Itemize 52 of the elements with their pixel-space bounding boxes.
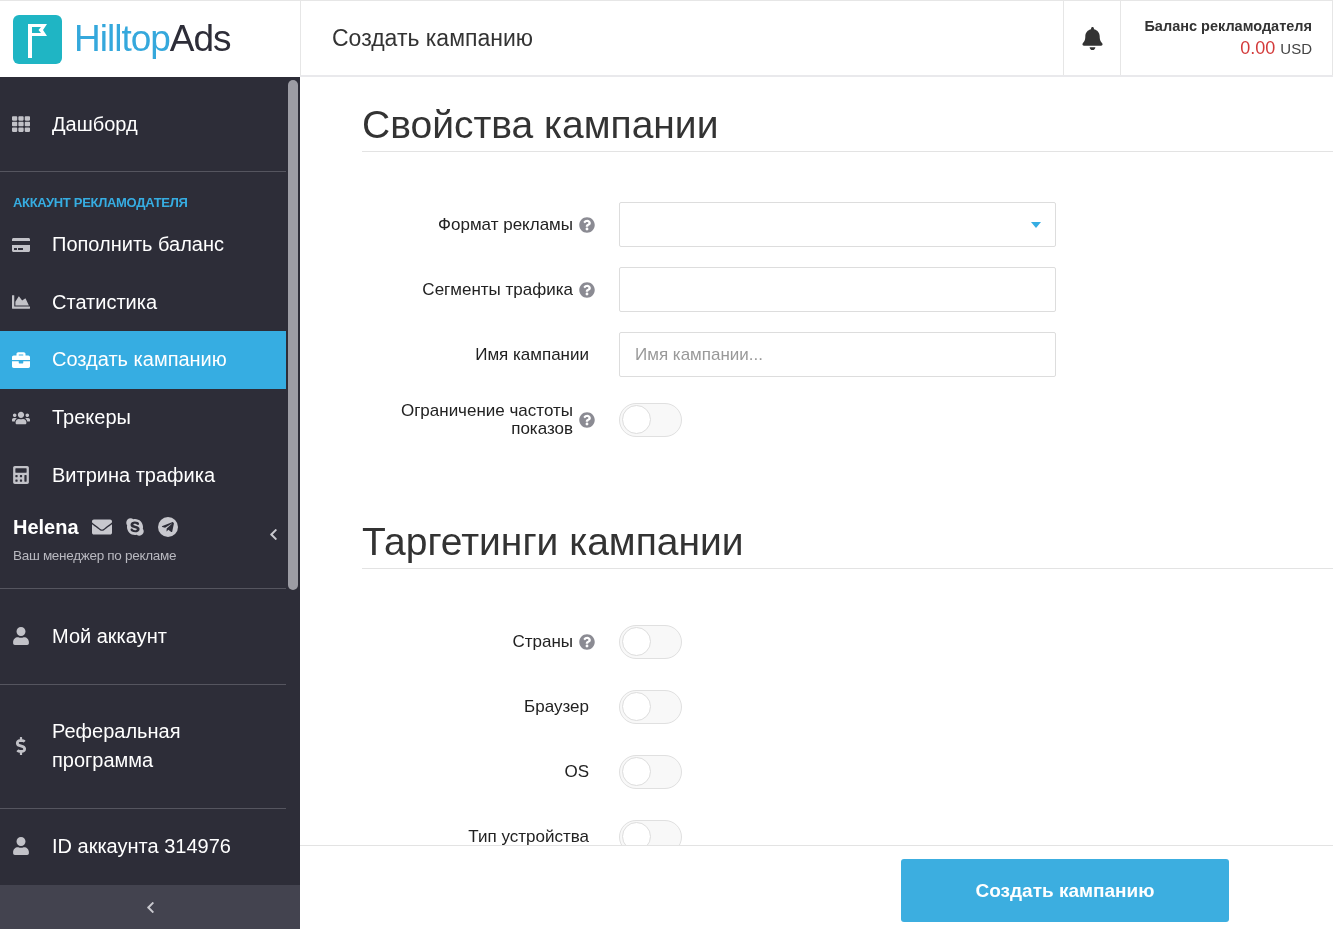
manager-subtitle: Ваш менеджер по рекламе <box>13 547 178 563</box>
balance-currency: USD <box>1280 39 1312 57</box>
field-label: Имя кампании <box>475 345 589 364</box>
field-label: OS <box>564 762 589 781</box>
sidebar-item[interactable]: Трекеры <box>0 388 286 447</box>
scrollbar[interactable] <box>288 80 298 590</box>
logo-text: HilltopAds <box>74 18 231 60</box>
sidebar-item[interactable]: ID аккаунта 314976 <box>0 808 286 884</box>
sidebar-item[interactable]: Витрина трафика <box>0 446 286 504</box>
briefcase-icon <box>12 351 30 369</box>
mail-icon[interactable] <box>91 517 112 538</box>
section-title: Свойства кампании <box>362 103 1333 152</box>
flag-logo-icon <box>13 14 62 64</box>
field-label: Тип устройства <box>468 827 589 845</box>
toggle-switch[interactable] <box>619 819 682 845</box>
sidebar-item[interactable]: Мой аккаунт <box>0 588 286 685</box>
telegram-icon[interactable] <box>157 517 178 538</box>
section-heading: АККАУНТ РЕКЛАМОДАТЕЛЯ <box>12 194 189 212</box>
field-label: Ограничение частоты показов <box>399 401 573 438</box>
sidebar-item[interactable]: Статистика <box>0 273 286 332</box>
help-icon[interactable] <box>579 633 595 650</box>
help-icon[interactable] <box>579 411 595 428</box>
sidebar-item[interactable]: Дашборд <box>0 77 286 172</box>
input-field[interactable]: Имя кампании... <box>619 332 1056 377</box>
toggle-switch[interactable] <box>619 402 682 437</box>
field-label: Страны <box>512 632 573 651</box>
field-label: Браузер <box>524 697 589 716</box>
manager-name: Helena <box>13 515 79 539</box>
calculator-icon <box>12 466 30 485</box>
chevron-left-icon[interactable] <box>267 527 280 541</box>
sidebar-item[interactable]: Реферальная программа <box>0 684 286 809</box>
help-icon[interactable] <box>579 281 595 298</box>
page-title: Создать кампанию <box>332 24 533 52</box>
bell-icon[interactable] <box>1080 26 1104 50</box>
balance-amount: 0.00 <box>1240 37 1276 59</box>
toggle-switch[interactable] <box>619 689 682 724</box>
field-label: Формат рекламы <box>438 215 573 234</box>
sidebar-item[interactable]: Пополнить баланс <box>0 216 286 274</box>
area-chart-icon <box>12 293 30 312</box>
help-icon[interactable] <box>579 216 595 233</box>
input-field[interactable] <box>619 267 1056 312</box>
toggle-switch[interactable] <box>619 754 682 789</box>
user-icon <box>12 837 30 856</box>
toggle-switch[interactable] <box>619 624 682 659</box>
field-label: Сегменты трафика <box>422 280 573 299</box>
skype-icon[interactable] <box>124 517 145 538</box>
grid-icon <box>12 115 30 133</box>
user-icon <box>12 627 30 646</box>
section-title: Таргетинги кампании <box>362 520 1333 569</box>
card-icon <box>12 235 30 254</box>
balance-label: Баланс рекламодателя <box>1144 17 1312 34</box>
caret-icon <box>1031 221 1041 228</box>
